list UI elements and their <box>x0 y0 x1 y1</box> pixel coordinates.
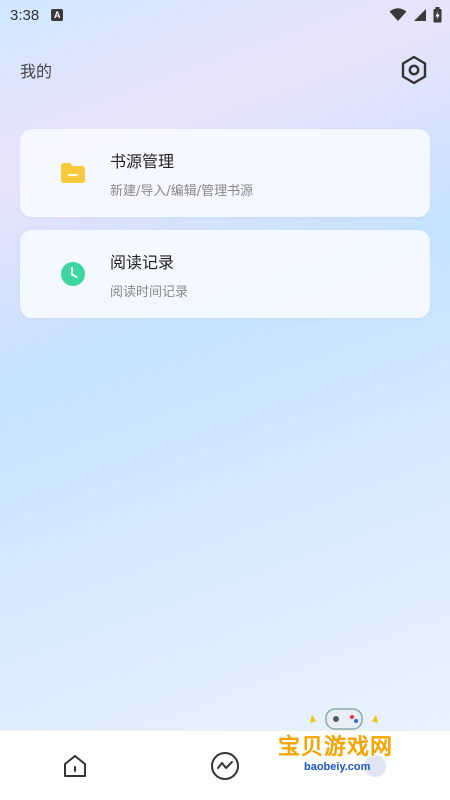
trend-icon <box>211 752 239 780</box>
clock-icon <box>60 261 86 287</box>
header: 我的 <box>0 50 450 90</box>
watermark: 宝贝游戏网 baobeiy.com <box>272 705 422 795</box>
hexagon-gear-icon <box>401 55 427 85</box>
nav-trend[interactable] <box>210 751 240 781</box>
status-icons <box>389 7 442 23</box>
nav-home[interactable] <box>60 751 90 781</box>
home-icon <box>64 755 86 777</box>
watermark-url: baobeiy.com <box>304 761 371 773</box>
watermark-text: 宝贝游戏网 <box>278 735 394 760</box>
book-source-title: 书源管理 <box>110 151 175 171</box>
wifi-icon <box>389 8 407 21</box>
signal-icon <box>414 9 426 21</box>
book-source-subtitle: 新建/导入/编辑/管理书源 <box>110 183 254 199</box>
battery-icon <box>433 7 442 23</box>
reading-history-subtitle: 阅读时间记录 <box>110 284 189 300</box>
book-source-card[interactable]: 书源管理 新建/导入/编辑/管理书源 <box>20 129 430 217</box>
page-title: 我的 <box>20 62 53 81</box>
reading-history-title: 阅读记录 <box>110 252 175 272</box>
settings-button[interactable] <box>398 54 430 86</box>
status-bar: 3:38 A <box>0 0 450 30</box>
status-time: 3:38 <box>10 6 40 24</box>
notification-icon: A <box>51 9 64 21</box>
folder-icon <box>60 160 86 186</box>
reading-history-card[interactable]: 阅读记录 阅读时间记录 <box>20 230 430 318</box>
